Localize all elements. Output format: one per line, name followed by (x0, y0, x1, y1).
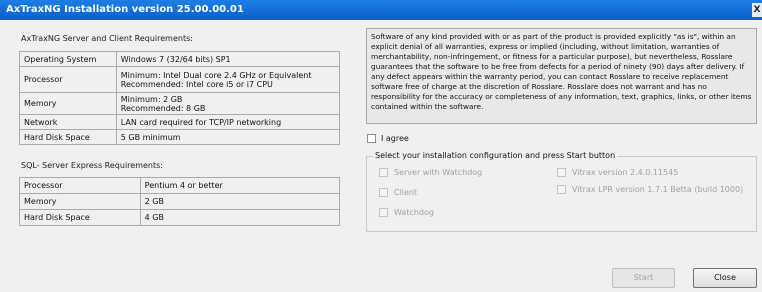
table-row: Processor Pentium 4 or better (19, 177, 341, 194)
requirement-value: 5 GB minimum (115, 129, 341, 145)
requirement-value: LAN card required for TCP/IP networking (115, 114, 341, 130)
server-with-watchdog-checkbox[interactable] (379, 168, 388, 177)
table-row: Processor Minimum: Intel Dual core 2.4 G… (19, 66, 341, 93)
config-group-legend: Select your installation configuration a… (373, 151, 618, 160)
sql-requirements-table: Processor Pentium 4 or better Memory 2 G… (19, 177, 341, 226)
server-requirements-table: Operating System Windows 7 (32/64 bits) … (19, 51, 341, 145)
start-button[interactable]: Start (612, 268, 675, 288)
option-label: Vitrax LPR version 1.7.1 Betta (build 10… (572, 185, 744, 194)
installation-config-group: Select your installation configuration a… (366, 151, 757, 232)
client-checkbox[interactable] (379, 188, 388, 197)
requirement-value: 4 GB (139, 209, 341, 226)
close-button[interactable]: Close (693, 268, 757, 288)
option-watchdog[interactable]: Watchdog (379, 208, 434, 217)
option-label: Server with Watchdog (394, 168, 483, 177)
requirement-value: Pentium 4 or better (139, 177, 341, 194)
option-label: Watchdog (394, 208, 434, 217)
requirement-value: 2 GB (139, 193, 341, 210)
agree-label[interactable]: I agree (381, 134, 409, 143)
table-row: Hard Disk Space 4 GB (19, 209, 341, 226)
sql-requirements-title: SQL- Server Express Requirements: (21, 161, 163, 170)
option-label: Client (394, 188, 418, 197)
requirement-value: Windows 7 (32/64 bits) SP1 (115, 51, 341, 67)
table-row: Operating System Windows 7 (32/64 bits) … (19, 51, 341, 67)
close-window-icon[interactable]: X (752, 3, 762, 17)
option-vitrax-lpr[interactable]: Vitrax LPR version 1.7.1 Betta (build 10… (557, 185, 743, 194)
requirement-label: Memory (19, 92, 117, 115)
license-text[interactable]: Software of any kind provided with or as… (366, 28, 757, 124)
requirement-label: Network (19, 114, 117, 130)
table-row: Hard Disk Space 5 GB minimum (19, 129, 341, 145)
vitrax-lpr-checkbox[interactable] (557, 185, 566, 194)
requirement-label: Processor (19, 177, 141, 194)
agree-checkbox[interactable] (367, 133, 376, 143)
option-client[interactable]: Client (379, 188, 417, 197)
title-bar: AxTraxNG Installation version 25.00.00.0… (0, 0, 762, 20)
requirement-label: Processor (19, 66, 117, 93)
watchdog-checkbox[interactable] (379, 208, 388, 217)
table-row: Network LAN card required for TCP/IP net… (19, 114, 341, 130)
requirement-label: Operating System (19, 51, 117, 67)
server-requirements-title: AxTraxNG Server and Client Requirements: (21, 34, 193, 43)
requirement-label: Memory (19, 193, 141, 210)
requirement-value: Minimum: Intel Dual core 2.4 GHz or Equi… (115, 66, 341, 93)
agree-checkbox-row[interactable]: I agree (367, 132, 409, 144)
option-label: Vitrax version 2.4.0.11545 (572, 168, 679, 177)
requirement-label: Hard Disk Space (19, 129, 117, 145)
table-row: Memory Minimum: 2 GB Recommended: 8 GB (19, 92, 341, 115)
requirement-value: Minimum: 2 GB Recommended: 8 GB (115, 92, 341, 115)
table-row: Memory 2 GB (19, 193, 341, 210)
option-server-with-watchdog[interactable]: Server with Watchdog (379, 168, 482, 177)
requirement-label: Hard Disk Space (19, 209, 141, 226)
option-vitrax[interactable]: Vitrax version 2.4.0.11545 (557, 168, 678, 177)
vitrax-checkbox[interactable] (557, 168, 566, 177)
window-title: AxTraxNG Installation version 25.00.00.0… (6, 4, 244, 15)
